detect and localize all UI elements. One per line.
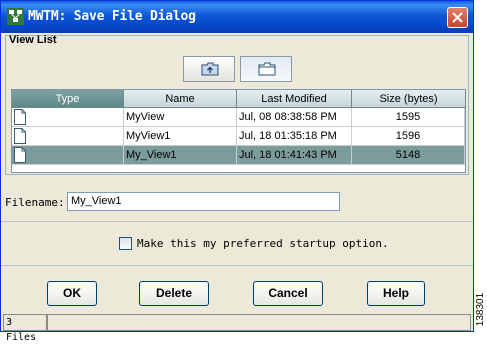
row-size: 5148 (352, 146, 465, 164)
app-network-icon (7, 8, 24, 25)
filename-label: Filename: (5, 196, 65, 209)
startup-option-label[interactable]: Make this my preferred startup option. (137, 237, 389, 250)
divider (1, 221, 473, 222)
row-modified: Jul, 18 01:41:43 PM (237, 146, 352, 164)
table-row[interactable]: MyView1 Jul, 18 01:35:18 PM 1596 (12, 127, 465, 146)
cancel-button[interactable]: Cancel (253, 281, 323, 306)
table-row-selected[interactable]: My_View1 Jul, 18 01:41:43 PM 5148 (12, 146, 465, 165)
new-folder-icon (258, 62, 276, 76)
column-header-name[interactable]: Name (124, 90, 237, 108)
table-row[interactable]: MyView Jul, 08 08:38:58 PM 1595 (12, 108, 465, 127)
status-message (47, 314, 471, 331)
ok-button[interactable]: OK (47, 281, 97, 306)
save-file-dialog: MWTM: Save File Dialog View List Type Na… (0, 0, 474, 343)
column-header-size[interactable]: Size (bytes) (352, 90, 466, 108)
window-title: MWTM: Save File Dialog (28, 9, 196, 24)
up-folder-button[interactable] (183, 56, 235, 82)
document-icon (14, 109, 26, 125)
title-bar[interactable]: MWTM: Save File Dialog (1, 1, 473, 33)
row-modified: Jul, 18 01:35:18 PM (237, 127, 352, 145)
row-size: 1596 (352, 127, 465, 145)
row-size: 1595 (352, 108, 465, 126)
file-table[interactable]: Type Name Last Modified Size (bytes) MyV… (11, 89, 466, 173)
figure-number-text: 138301 (475, 292, 487, 327)
row-name: MyView (124, 108, 237, 126)
document-icon (14, 128, 26, 144)
row-modified: Jul, 08 08:38:58 PM (237, 108, 352, 126)
help-button[interactable]: Help (367, 281, 425, 306)
divider (1, 265, 473, 266)
up-folder-icon (201, 62, 219, 76)
figure-number: 138301 (475, 288, 487, 332)
document-icon (14, 147, 26, 163)
close-button[interactable] (447, 7, 468, 28)
close-icon (452, 12, 463, 23)
column-header-type[interactable]: Type (12, 90, 124, 108)
view-list-label: View List (9, 34, 57, 46)
status-bar: 3 Files (3, 314, 471, 343)
delete-button[interactable]: Delete (139, 281, 209, 306)
column-header-last-modified[interactable]: Last Modified (237, 90, 352, 108)
filename-input[interactable]: My_View1 (67, 192, 340, 211)
status-file-count: 3 Files (3, 314, 47, 343)
new-folder-button[interactable] (240, 56, 292, 82)
row-name: My_View1 (124, 146, 237, 164)
startup-option-checkbox[interactable] (119, 237, 132, 250)
row-name: MyView1 (124, 127, 237, 145)
